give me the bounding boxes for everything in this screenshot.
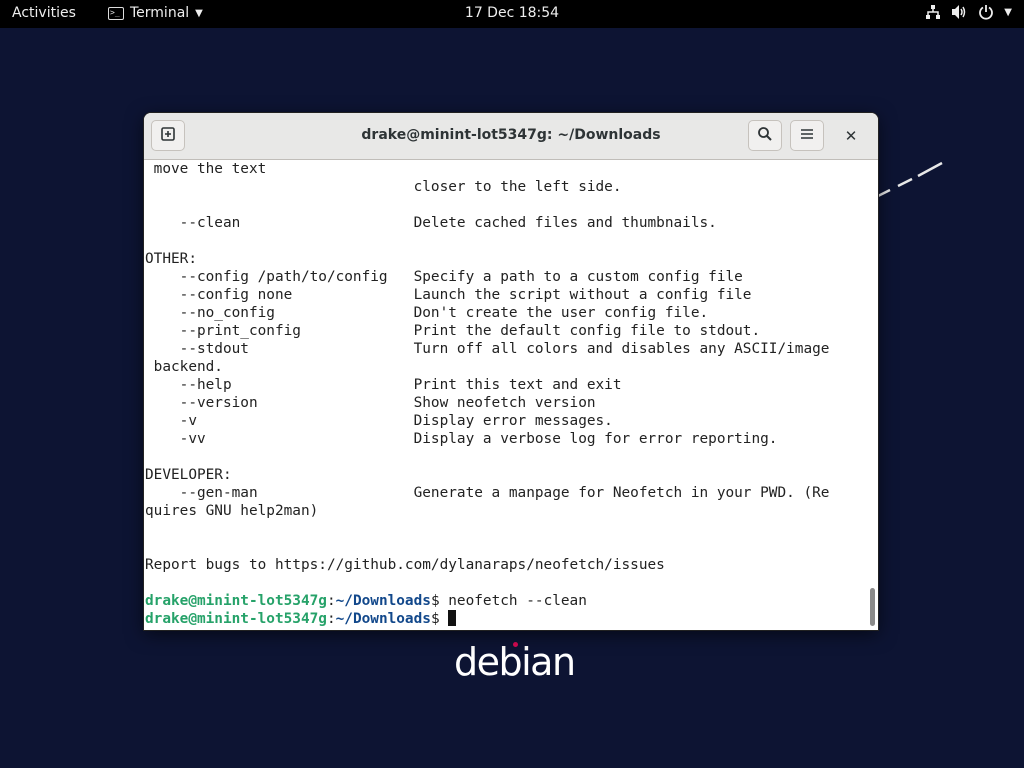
activities-button[interactable]: Activities (12, 5, 76, 21)
prompt-line: drake@minint-lot5347g:~/Downloads$ (145, 610, 829, 628)
prompt-line: drake@minint-lot5347g:~/Downloads$ neofe… (145, 592, 829, 610)
menu-icon (800, 126, 814, 145)
system-tray[interactable]: ▼ (925, 4, 1012, 20)
prompt-separator: : (326, 611, 336, 627)
terminal-line: --no_config Don't create the user config… (145, 305, 709, 321)
terminal-line: quires GNU help2man) (145, 503, 319, 519)
terminal-window[interactable]: drake@minint-lot5347g: ~/Downloads ✕ mov… (144, 113, 878, 630)
terminal-view[interactable]: move the text closer to the left side. -… (144, 160, 866, 630)
chevron-down-icon: ▼ (195, 7, 203, 19)
terminal-output: move the text closer to the left side. -… (145, 160, 829, 628)
terminal-app-icon: >_ (108, 6, 124, 20)
search-button[interactable] (748, 120, 782, 151)
terminal-line: --clean Delete cached files and thumbnai… (145, 215, 717, 231)
prompt-separator: : (326, 593, 336, 609)
new-tab-icon (160, 126, 176, 146)
terminal-line: --stdout Turn off all colors and disable… (145, 341, 830, 357)
terminal-line: Report bugs to https://github.com/dylana… (145, 557, 665, 573)
terminal-line: --print_config Print the default config … (145, 323, 761, 339)
terminal-line: DEVELOPER: (145, 467, 232, 483)
menu-button[interactable] (790, 120, 824, 151)
power-icon[interactable] (978, 4, 994, 20)
window-headerbar[interactable]: drake@minint-lot5347g: ~/Downloads ✕ (144, 113, 878, 160)
debian-logo: debian (454, 640, 576, 684)
new-tab-button[interactable] (151, 120, 185, 151)
terminal-line: move the text (145, 161, 267, 177)
scrollbar-thumb[interactable] (870, 588, 875, 626)
terminal-line: --config none Launch the script without … (145, 287, 752, 303)
terminal-line: -vv Display a verbose log for error repo… (145, 431, 778, 447)
desktop-decoration (878, 161, 943, 198)
terminal-line: --gen-man Generate a manpage for Neofetc… (145, 485, 830, 501)
prompt-symbol: $ (430, 611, 449, 627)
terminal-line: -v Display error messages. (145, 413, 613, 429)
app-menu-label: Terminal (130, 5, 190, 21)
terminal-line: closer to the left side. (145, 179, 622, 195)
top-bar: Activities >_ Terminal ▼ 17 Dec 18:54 ▼ (0, 0, 1024, 28)
terminal-line: --version Show neofetch version (145, 395, 596, 411)
terminal-line: OTHER: (145, 251, 197, 267)
prompt-command: neofetch --clean (448, 593, 587, 609)
search-icon (757, 126, 773, 146)
close-icon: ✕ (844, 127, 858, 145)
terminal-line: --help Print this text and exit (145, 377, 622, 393)
prompt-user: drake@minint-lot5347g (145, 593, 327, 609)
text-cursor (448, 610, 457, 626)
debian-logo-dot (513, 642, 518, 647)
volume-icon[interactable] (951, 4, 968, 20)
app-menu-button[interactable]: >_ Terminal ▼ (108, 5, 203, 21)
prompt-path: ~/Downloads (335, 611, 431, 627)
network-icon[interactable] (925, 4, 941, 20)
prompt-symbol: $ (430, 593, 449, 609)
close-button[interactable]: ✕ (840, 125, 862, 147)
terminal-scrollbar[interactable] (866, 160, 878, 630)
terminal-line: --config /path/to/config Specify a path … (145, 269, 743, 285)
prompt-user: drake@minint-lot5347g (145, 611, 327, 627)
prompt-path: ~/Downloads (335, 593, 431, 609)
system-menu-arrow-icon[interactable]: ▼ (1004, 7, 1012, 18)
terminal-line: backend. (145, 359, 223, 375)
